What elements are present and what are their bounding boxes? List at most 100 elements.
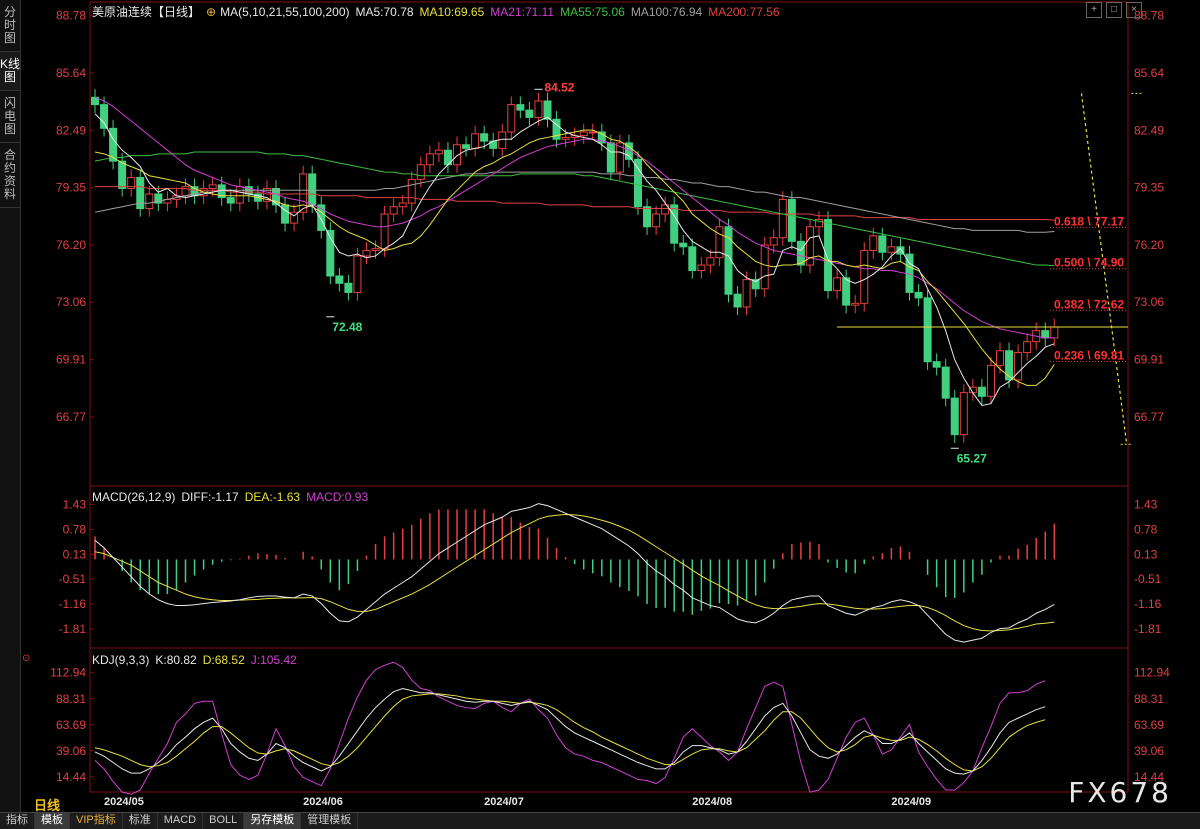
- candle: [335, 267, 344, 292]
- dea-line: [94, 513, 1055, 632]
- bottom-tab[interactable]: 模板: [35, 813, 70, 829]
- candle: [163, 191, 172, 212]
- candle: [670, 196, 679, 252]
- main-legend-item: MA5:70.78: [355, 5, 414, 19]
- macd-legend-item: DIFF:-1.17: [181, 490, 239, 504]
- bottom-tab[interactable]: 管理模板: [301, 813, 359, 829]
- candle: [434, 141, 443, 163]
- bottom-tab[interactable]: MACD: [158, 813, 204, 829]
- candle: [661, 196, 670, 223]
- instrument-title[interactable]: 美原油连续【日线】: [92, 5, 200, 19]
- date-label: 2024/08: [692, 796, 732, 808]
- candle: [733, 286, 742, 316]
- candle: [787, 191, 796, 250]
- macd-legend-item: DEA:-1.63: [244, 490, 301, 504]
- candle: [425, 145, 434, 173]
- candle: [91, 89, 99, 113]
- main-legend-item: MA21:71.11: [490, 5, 555, 19]
- candle: [634, 151, 642, 215]
- bottom-tab[interactable]: 标准: [123, 813, 158, 829]
- candle: [489, 132, 498, 157]
- candle: [986, 357, 995, 405]
- ma-params: MA(5,10,21,55,100,200): [220, 5, 350, 19]
- bottom-toolbar: 指标 模板 VIP指标 标准 MACD BOLL 另存模板 管理模板: [0, 812, 1200, 829]
- candle: [851, 295, 860, 314]
- candle: [977, 378, 986, 405]
- candle: [796, 233, 805, 274]
- candle: [507, 96, 516, 141]
- zoom-icon[interactable]: □: [1106, 2, 1122, 18]
- bottom-tab[interactable]: 另存模板: [244, 813, 302, 829]
- candle: [959, 384, 968, 443]
- candle: [543, 92, 552, 128]
- kdj-legend-item: D:68.52: [202, 653, 245, 667]
- candle: [715, 218, 724, 266]
- candle: [272, 180, 280, 214]
- k-line: [94, 688, 1046, 775]
- settings-icon[interactable]: ⊕: [206, 5, 216, 19]
- main-legend: 美原油连续【日线】 ⊕ MA(5,10,21,55,100,200) MA5:70.7…: [92, 3, 792, 20]
- kdj-panel: [94, 661, 1046, 795]
- kdj-legend-item: K:80.82: [155, 653, 197, 667]
- candle: [299, 165, 308, 221]
- date-label: 2024/09: [891, 796, 931, 808]
- fib-level-label: 0.500 \ 74.90: [1054, 256, 1124, 270]
- macd-tick-right: 1.43: [1134, 497, 1158, 511]
- macd-tick-right: -1.16: [1134, 597, 1162, 611]
- low-label: 65.27: [957, 451, 987, 465]
- price-tick-left: 79.35: [56, 181, 86, 195]
- kdj-target-icon[interactable]: ⊙: [22, 653, 30, 664]
- candle: [118, 152, 127, 197]
- main-legend-item: MA10:69.65: [419, 5, 485, 19]
- bottom-tab[interactable]: 指标: [0, 813, 35, 829]
- price-panel: 0.618 \ 77.17 0.500 \ 74.90 0.382 \ 72.62 0…: [91, 80, 1142, 465]
- d-line: [94, 693, 1046, 772]
- macd-tick-right: -1.81: [1134, 622, 1162, 636]
- candle: [525, 101, 534, 126]
- candle: [290, 203, 299, 232]
- kdj-tick-left: 63.69: [56, 718, 86, 732]
- price-tick-right: 79.35: [1134, 181, 1164, 195]
- candle: [480, 125, 489, 150]
- axes: 88.78 88.7885.64 85.6482.49 82.4979.35 79.35…: [50, 9, 1170, 808]
- candle: [516, 96, 525, 119]
- candle: [190, 178, 199, 204]
- candle: [235, 178, 244, 212]
- macd-legend: MACD(26,12,9) DIFF:-1.17 DEA:-1.63 MACD:0.9…: [92, 490, 380, 504]
- candle: [588, 123, 597, 141]
- price-tick-right: 73.06: [1134, 295, 1164, 309]
- candle: [878, 227, 887, 261]
- kdj-tick-right: 88.31: [1134, 692, 1164, 706]
- kdj-tick-left: 39.06: [56, 744, 86, 758]
- candle: [968, 378, 977, 401]
- macd-tick-left: -1.16: [59, 597, 87, 611]
- bottom-tab[interactable]: VIP指标: [70, 813, 123, 829]
- price-tick-right: 85.64: [1134, 66, 1164, 80]
- main-legend-item: MA55:75.06: [560, 5, 625, 19]
- kdj-tick-left: 88.31: [56, 692, 86, 706]
- macd-legend-item: MACD:0.93: [306, 490, 369, 504]
- bottom-tab[interactable]: BOLL: [203, 813, 245, 829]
- date-label: 2024/06: [303, 796, 343, 808]
- candle: [226, 189, 235, 212]
- price-tick-left: 76.20: [56, 238, 86, 252]
- candle: [127, 169, 136, 197]
- candle: [471, 125, 480, 157]
- candle: [778, 191, 787, 246]
- fib-level-label: 0.618 \ 77.17: [1054, 214, 1124, 228]
- candle: [407, 171, 416, 212]
- macd-tick-left: 0.13: [63, 547, 87, 561]
- crosshair-icon[interactable]: +: [1086, 2, 1102, 18]
- candle: [941, 358, 950, 407]
- chart-canvas[interactable]: 0.618 \ 77.17 0.500 \ 74.90 0.382 \ 72.62 0…: [0, 0, 1200, 812]
- close-icon[interactable]: ×: [1126, 2, 1142, 18]
- high-label: 84.52: [544, 80, 574, 94]
- candle: [914, 284, 923, 307]
- kdj-tick-left: 14.44: [56, 770, 86, 784]
- candle: [833, 269, 842, 299]
- candle: [697, 256, 706, 279]
- candle: [824, 211, 833, 299]
- candle: [579, 123, 588, 144]
- candle: [932, 353, 941, 376]
- candle: [1023, 333, 1032, 361]
